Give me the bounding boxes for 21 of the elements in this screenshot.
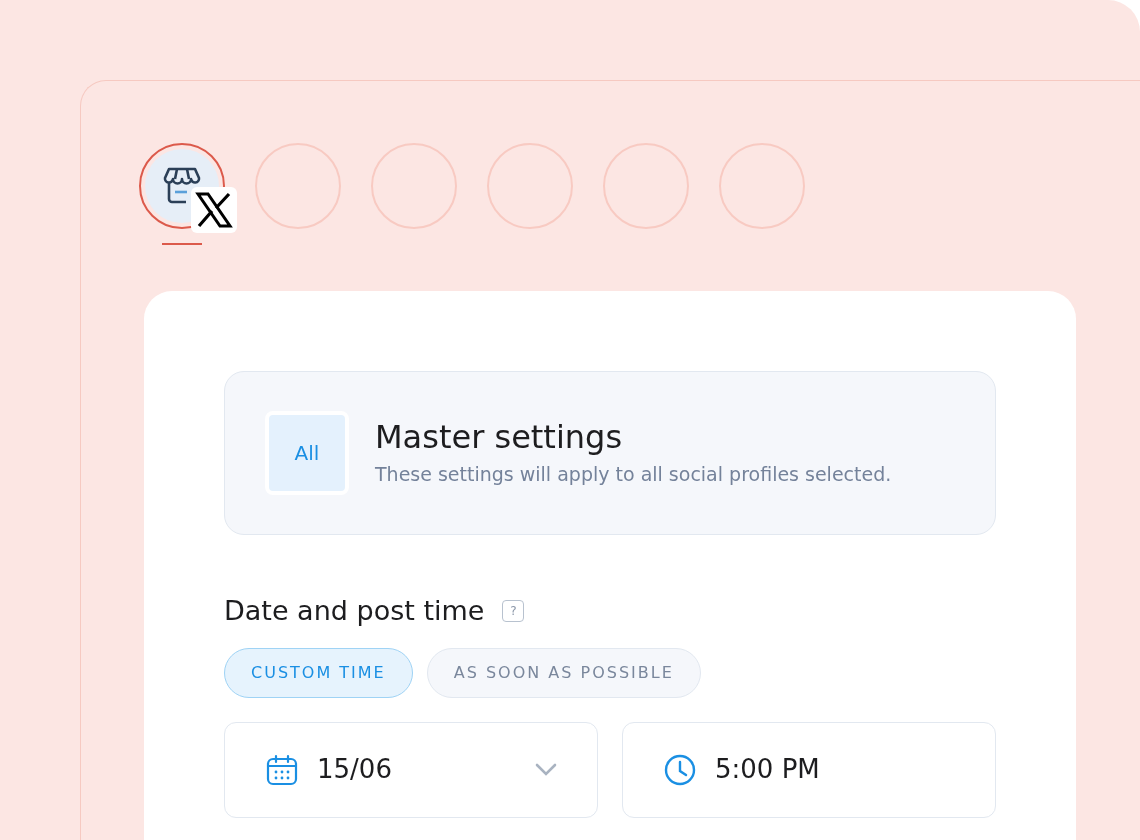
time-option-chip[interactable]: CUSTOM TIME [224,647,413,698]
time-field[interactable]: 5:00 PM [622,721,996,818]
x-logo-icon [191,187,237,233]
section-heading: Date and post time [224,594,485,628]
date-value: 15/06 [317,753,393,786]
master-title: Master settings [375,417,624,456]
empty-profile-slot[interactable] [255,143,341,229]
time-option-chip[interactable]: AS SOON AS POSSIBLE [426,647,701,698]
help-icon[interactable]: ? [502,600,525,623]
chevron-down-icon[interactable] [535,762,557,777]
all-badge: All [265,411,349,495]
calendar-icon [265,752,299,787]
empty-profile-slot[interactable] [487,143,573,229]
empty-profile-slot[interactable] [719,143,805,229]
empty-profile-slot[interactable] [603,143,689,229]
master-subtitle: These settings will apply to all social profiles selected. [375,461,892,487]
empty-profile-slot[interactable] [371,143,457,229]
time-value: 5:00 PM [715,753,820,786]
selection-underline [162,243,202,245]
date-field[interactable]: 15/06 [224,721,598,818]
clock-icon [663,752,697,787]
